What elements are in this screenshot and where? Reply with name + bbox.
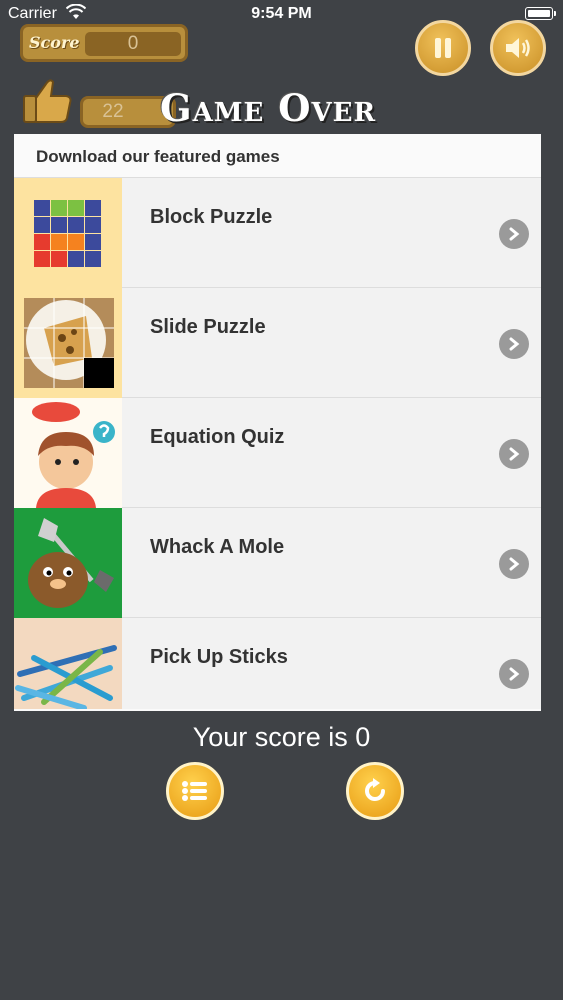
chevron-right-icon bbox=[499, 659, 529, 689]
chevron-right-icon bbox=[499, 549, 529, 579]
game-row-slide-puzzle[interactable]: Slide Puzzle bbox=[14, 288, 541, 398]
game-name: Whack A Mole bbox=[150, 536, 285, 558]
game-row-whack-a-mole[interactable]: Whack A Mole bbox=[14, 508, 541, 618]
game-row-pick-up-sticks[interactable]: Pick Up Sticks bbox=[14, 618, 541, 709]
equation-quiz-thumbnail bbox=[14, 398, 122, 508]
game-row-block-puzzle[interactable]: Block Puzzle bbox=[14, 178, 541, 288]
speaker-icon bbox=[506, 38, 530, 58]
pick-up-sticks-thumbnail bbox=[14, 618, 122, 709]
block-puzzle-thumbnail bbox=[14, 178, 122, 288]
game-name: Slide Puzzle bbox=[150, 316, 266, 338]
pause-icon bbox=[435, 38, 451, 58]
game-over-title: Game Over bbox=[160, 86, 377, 130]
chevron-right-icon bbox=[499, 439, 529, 469]
chevron-right-icon bbox=[499, 219, 529, 249]
replay-icon bbox=[365, 778, 385, 801]
game-name: Pick Up Sticks bbox=[150, 646, 288, 668]
game-name: Block Puzzle bbox=[150, 206, 273, 228]
final-score-text: Your score is 0 bbox=[192, 722, 371, 752]
sound-button[interactable] bbox=[490, 20, 546, 76]
clock: 9:54 PM bbox=[251, 5, 312, 22]
thumbs-up-icon bbox=[23, 79, 72, 123]
replay-button[interactable] bbox=[346, 762, 404, 820]
game-name: Equation Quiz bbox=[150, 426, 285, 448]
game-row-equation-quiz[interactable]: Equation Quiz bbox=[14, 398, 541, 508]
featured-games-panel: Download our featured games Block Puzzle bbox=[14, 134, 541, 711]
list-icon bbox=[182, 781, 207, 801]
battery-icon bbox=[525, 7, 556, 20]
pause-button[interactable] bbox=[415, 20, 471, 76]
score-label: Score bbox=[29, 33, 80, 52]
panel-header: Download our featured games bbox=[14, 134, 541, 178]
menu-button[interactable] bbox=[166, 762, 224, 820]
chevron-right-icon bbox=[499, 329, 529, 359]
score-value: 0 bbox=[85, 32, 181, 56]
whack-a-mole-thumbnail bbox=[14, 508, 122, 618]
slide-puzzle-thumbnail bbox=[14, 288, 122, 398]
score-plate: Score 0 bbox=[20, 24, 188, 62]
